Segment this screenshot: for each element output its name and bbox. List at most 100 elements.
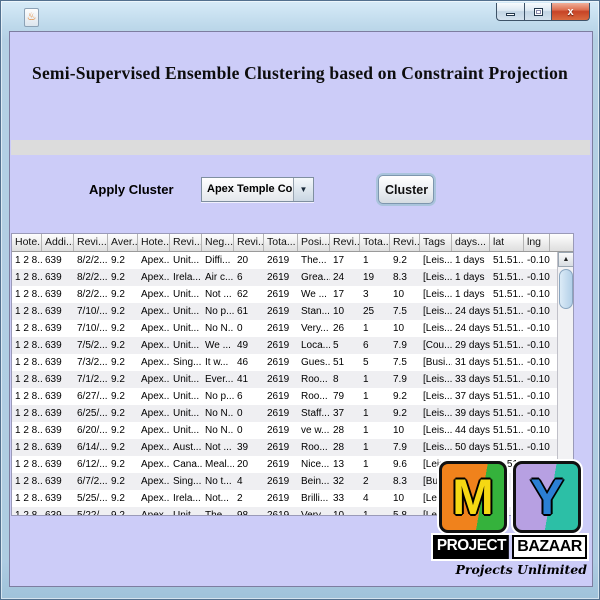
- scrollbar-thumb[interactable]: [559, 269, 573, 309]
- table-cell: 51.51...: [493, 272, 524, 283]
- logo-y-tile: Y: [513, 461, 581, 533]
- table-row[interactable]: 1 2 8...639 7/3/2...9.2 Apex...Sing...It w…: [12, 354, 558, 371]
- column-header[interactable]: Tota...: [360, 234, 390, 251]
- table-row[interactable]: 1 2 8...639 7/10/...9.2 Apex...Unit... No p…: [12, 303, 558, 320]
- column-header[interactable]: Revi...: [234, 234, 264, 251]
- logo-wordmark: PROJECT BAZAAR: [433, 535, 587, 559]
- column-header[interactable]: Tota...: [264, 234, 298, 251]
- table-cell: 6/25/...: [77, 408, 108, 419]
- table-cell: 51.51...: [493, 289, 524, 300]
- table-row[interactable]: 1 2 8...6396/25/...9.2Apex...Unit...No N…: [12, 405, 558, 422]
- table-cell: 7/10/...: [77, 323, 108, 334]
- table-cell: Stan...: [301, 306, 330, 317]
- table-row[interactable]: 1 2 8...639 7/5/2...9.2 Apex...Unit... We .…: [12, 337, 558, 354]
- table-cell: 6/12/...: [77, 459, 108, 470]
- table-cell: Aust...: [173, 442, 202, 453]
- column-header[interactable]: Revi...: [330, 234, 360, 251]
- table-cell: 51.51...: [493, 357, 524, 368]
- table-cell: Brilli...: [301, 493, 329, 504]
- table-cell: 7.9: [393, 442, 407, 453]
- table-cell: 51.51...: [493, 374, 524, 385]
- table-cell: 33: [333, 493, 345, 504]
- logo-m-letter: M: [452, 469, 494, 525]
- column-header[interactable]: Posi...: [298, 234, 330, 251]
- column-header[interactable]: Revi...: [390, 234, 420, 251]
- close-button[interactable]: x: [551, 3, 590, 21]
- table-row[interactable]: 1 2 8...639 8/2/2...9.2 Apex...Irela... Air…: [12, 269, 558, 286]
- table-cell: 8/2/2...: [77, 289, 108, 300]
- table-cell: Ever...: [205, 374, 234, 385]
- table-cell: Apex...: [141, 306, 170, 317]
- column-header[interactable]: Revi...: [74, 234, 108, 251]
- column-header[interactable]: lng: [524, 234, 550, 251]
- maximize-icon: [533, 7, 543, 16]
- table-cell: 8/2/2...: [77, 272, 108, 283]
- chevron-down-icon[interactable]: ▼: [293, 178, 313, 201]
- table-cell: -0.10...: [527, 442, 550, 453]
- table-row[interactable]: 1 2 8...639 6/14/...9.2 Apex...Aust...Not …: [12, 439, 558, 456]
- table-cell: 1 2 8...: [15, 289, 42, 300]
- table-cell: Gues...: [301, 357, 330, 368]
- table-cell: 1 days: [455, 272, 485, 283]
- table-cell: Meal...: [205, 459, 234, 470]
- column-header[interactable]: Tags: [420, 234, 452, 251]
- table-cell: 639: [45, 459, 62, 470]
- table-cell: Grea...: [301, 272, 330, 283]
- table-cell: Bein...: [301, 476, 330, 487]
- table-cell: 1 2 8...: [15, 340, 42, 351]
- table-cell: 639: [45, 391, 62, 402]
- table-cell: 5: [333, 340, 339, 351]
- table-cell: 7.5: [393, 306, 407, 317]
- minimize-button[interactable]: [496, 3, 524, 21]
- table-cell: 6: [237, 272, 243, 283]
- table-cell: 37: [333, 408, 345, 419]
- table-cell: Unit...: [173, 510, 200, 516]
- table-cell: 7/1/2...: [77, 374, 108, 385]
- table-cell: Apex...: [141, 408, 170, 419]
- table-row[interactable]: 1 2 8...639 8/2/2...9.2 Apex...Unit... Not …: [12, 286, 558, 303]
- column-header[interactable]: Addi...: [42, 234, 74, 251]
- table-cell: 0: [237, 408, 243, 419]
- maximize-button[interactable]: [524, 3, 551, 21]
- table-cell: 9.2: [393, 408, 407, 419]
- table-cell: 46: [237, 357, 249, 368]
- table-row[interactable]: 1 2 8...639 6/20/...9.2 Apex...Unit... No N…: [12, 422, 558, 439]
- table-cell: Air c...: [205, 272, 234, 283]
- table-cell: 0: [237, 323, 243, 334]
- table-cell: 7/5/2...: [77, 340, 108, 351]
- table-cell: 41: [237, 374, 249, 385]
- column-header[interactable]: Hote...: [138, 234, 170, 251]
- table-row[interactable]: 1 2 8...6396/27/...9.2Apex...Unit...No p…: [12, 388, 558, 405]
- table-cell: 2: [237, 493, 243, 504]
- table-cell: We ...: [301, 289, 327, 300]
- table-row[interactable]: 1 2 8...639 7/10/...9.2 Apex...Unit... No N…: [12, 320, 558, 337]
- table-cell: 51.51...: [493, 306, 524, 317]
- table-row[interactable]: 1 2 8...639 7/1/2...9.2 Apex...Unit... Ever…: [12, 371, 558, 388]
- table-cell: 7/10/...: [77, 306, 108, 317]
- cluster-select[interactable]: Apex Temple Court ... ▼: [201, 177, 314, 202]
- table-cell: Apex...: [141, 510, 170, 516]
- scroll-up-icon[interactable]: ▲: [558, 252, 573, 267]
- column-header[interactable]: Hote...: [12, 234, 42, 251]
- table-cell: 51.51...: [493, 408, 524, 419]
- column-header[interactable]: days...: [452, 234, 490, 251]
- table-cell: 1 2 8...: [15, 255, 42, 266]
- table-cell: Unit...: [173, 408, 200, 419]
- column-header[interactable]: Aver...: [108, 234, 138, 251]
- table-cell: 10: [393, 289, 405, 300]
- logo-tagline: Projects Unlimited: [455, 562, 587, 577]
- table-cell: 32: [333, 476, 345, 487]
- table-cell: 2619: [267, 357, 290, 368]
- column-header[interactable]: Neg...: [202, 234, 234, 251]
- table-cell: 8.3: [393, 476, 407, 487]
- titlebar[interactable]: ♨ x: [1, 1, 599, 31]
- table-cell: 9.2: [111, 255, 125, 266]
- table-cell: 9.2: [111, 340, 125, 351]
- table-cell: 639: [45, 306, 62, 317]
- column-header[interactable]: lat: [490, 234, 524, 251]
- cluster-button[interactable]: Cluster: [378, 175, 434, 204]
- table-row[interactable]: 1 2 8...6398/2/2...9.2Apex...Unit...Diff…: [12, 252, 558, 269]
- column-header[interactable]: Revi...: [170, 234, 202, 251]
- table-cell: Apex...: [141, 391, 170, 402]
- table-cell: 639: [45, 408, 62, 419]
